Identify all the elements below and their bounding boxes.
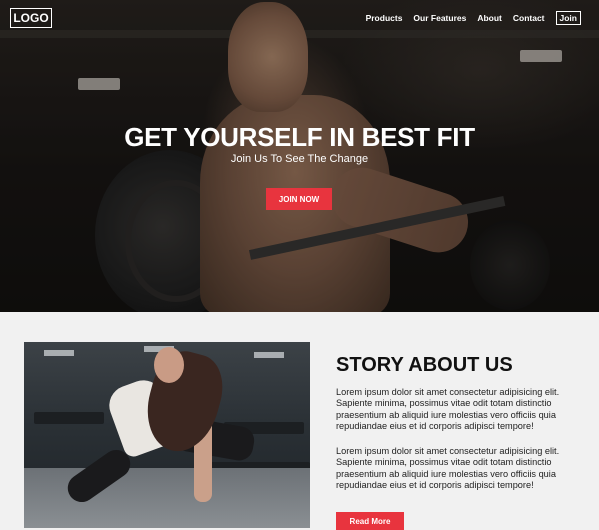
gym-light (44, 350, 74, 356)
logo[interactable]: LOGO (10, 8, 52, 28)
read-more-button[interactable]: Read More (336, 512, 404, 530)
nav-link-our-features[interactable]: Our Features (413, 13, 466, 23)
nav-join-button[interactable]: Join (555, 11, 581, 25)
main-nav: Products Our Features About Contact Join (366, 11, 599, 25)
story-image (24, 342, 310, 528)
hero-section: LOGO Products Our Features About Contact… (0, 0, 599, 312)
nav-link-about[interactable]: About (477, 13, 502, 23)
woman-face (154, 347, 184, 383)
story-paragraph: Lorem ipsum dolor sit amet consectetur a… (336, 446, 560, 490)
join-now-button[interactable]: JOIN NOW (266, 188, 332, 210)
story-title: STORY ABOUT US (336, 354, 513, 376)
gym-floor (24, 468, 310, 528)
gym-light (254, 352, 284, 358)
nav-link-products[interactable]: Products (366, 13, 403, 23)
nav-link-contact[interactable]: Contact (513, 13, 545, 23)
story-paragraph: Lorem ipsum dolor sit amet consectetur a… (336, 387, 560, 431)
gym-machine (34, 412, 104, 424)
hero-subtitle: Join Us To See The Change (230, 153, 369, 165)
hero-title: GET YOURSELF IN BEST FIT (124, 122, 475, 152)
